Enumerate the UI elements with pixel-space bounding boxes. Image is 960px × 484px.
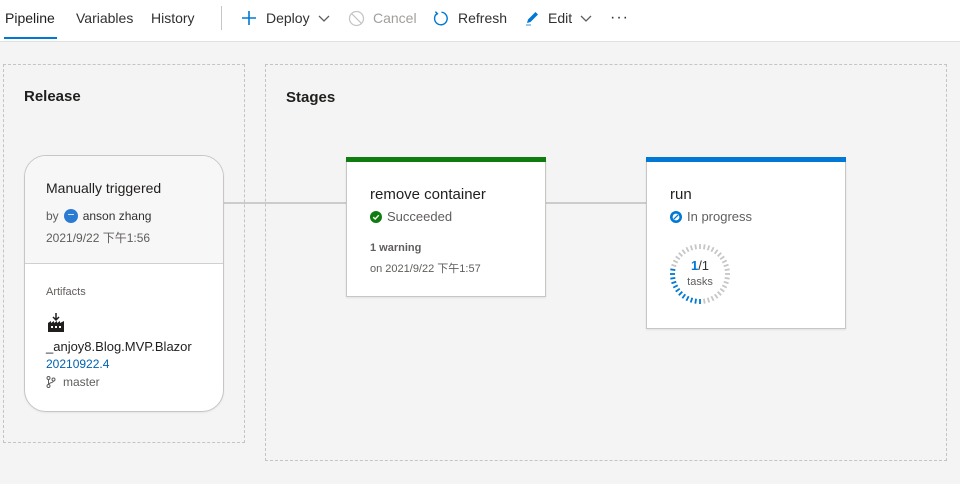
release-card-header: Manually triggered by anson zhang 2021/9… [25, 156, 223, 264]
refresh-icon [433, 10, 448, 25]
refresh-button[interactable]: Refresh [433, 9, 507, 27]
deploy-button[interactable]: Deploy [240, 9, 330, 27]
release-panel-title: Release [24, 88, 81, 105]
branch-name: master [63, 375, 100, 389]
progress-tick [713, 293, 719, 299]
progress-tick [694, 244, 697, 250]
stage-status: In progress [670, 209, 752, 224]
tab-variables[interactable]: Variables [76, 10, 133, 26]
artifact-version-link[interactable]: 20210922.4 [46, 357, 109, 371]
more-icon: ··· [610, 9, 629, 26]
cancel-label: Cancel [373, 10, 417, 26]
progress-tick [710, 246, 715, 253]
stages-panel-title: Stages [286, 89, 336, 106]
in-progress-icon [670, 210, 682, 223]
plus-icon [242, 11, 256, 25]
artifact-branch: master [46, 375, 100, 389]
triggered-by: by anson zhang [46, 209, 151, 223]
tasks-progress-ring [670, 244, 730, 304]
stage-status: Succeeded [370, 209, 452, 224]
edit-label: Edit [548, 10, 573, 26]
progress-tick [678, 252, 683, 257]
pencil-icon [526, 12, 538, 26]
tasks-label: tasks [687, 276, 713, 288]
progress-tick [685, 295, 690, 302]
progress-tick [703, 298, 706, 304]
tasks-total: /1 [698, 258, 710, 273]
progress-tick [713, 249, 719, 255]
progress-tick [719, 287, 725, 293]
release-card[interactable]: Manually triggered by anson zhang 2021/9… [24, 155, 224, 412]
stage-completed-date: on 2021/9/22 下午1:57 [370, 263, 481, 275]
progress-tick [710, 295, 715, 302]
stage-name: remove container [370, 186, 486, 203]
deploy-label: Deploy [266, 10, 310, 26]
tab-history[interactable]: History [151, 10, 195, 26]
progress-tick [694, 298, 697, 304]
stage-name: run [670, 186, 692, 203]
cancel-button[interactable]: Cancel [348, 9, 417, 27]
stage-card-run[interactable]: run In progress 1/1 tasks [646, 157, 846, 329]
progress-tick [675, 287, 681, 293]
release-date: 2021/9/22 下午1:56 [46, 231, 151, 245]
progress-tick [681, 293, 687, 299]
toolbar-divider [221, 6, 222, 30]
progress-tick [717, 291, 722, 296]
connector-line [224, 202, 348, 204]
progress-tick [717, 252, 722, 257]
progress-tick [703, 244, 706, 250]
progress-tick [685, 246, 690, 253]
stage-status-bar [646, 157, 846, 162]
toolbar: Pipeline Variables History Deploy Cancel… [0, 0, 960, 42]
progress-tick [689, 245, 694, 251]
stage-card-remove-container[interactable]: remove container Succeeded 1 warning on … [346, 157, 546, 297]
chevron-down-icon [318, 15, 330, 22]
progress-tick [689, 297, 694, 303]
chevron-down-icon [580, 15, 592, 22]
artifacts-label: Artifacts [46, 286, 86, 298]
tasks-count: 1/1 [669, 258, 731, 273]
build-artifact-icon [48, 313, 64, 332]
edit-button[interactable]: Edit [524, 9, 592, 27]
tab-pipeline[interactable]: Pipeline [5, 10, 55, 26]
branch-icon [46, 376, 56, 388]
active-tab-indicator [4, 37, 57, 39]
trigger-title: Manually triggered [46, 180, 162, 196]
cancel-icon [348, 10, 365, 26]
progress-tick [706, 245, 711, 251]
progress-tick [681, 249, 687, 255]
connector-line [545, 202, 648, 204]
user-name: anson zhang [82, 209, 152, 223]
check-circle-icon [370, 210, 382, 223]
more-actions-button[interactable]: ··· [610, 9, 629, 27]
artifact-name: _anjoy8.Blog.MVP.Blazor [46, 339, 192, 354]
refresh-label: Refresh [458, 10, 508, 26]
by-label: by [46, 209, 59, 223]
avatar [63, 209, 78, 223]
stage-status-text: Succeeded [387, 209, 453, 224]
stage-status-bar [346, 157, 546, 162]
progress-tick [678, 291, 683, 296]
progress-tick [706, 297, 711, 303]
warning-count: 1 warning [370, 242, 422, 254]
stage-status-text: In progress [687, 209, 753, 224]
